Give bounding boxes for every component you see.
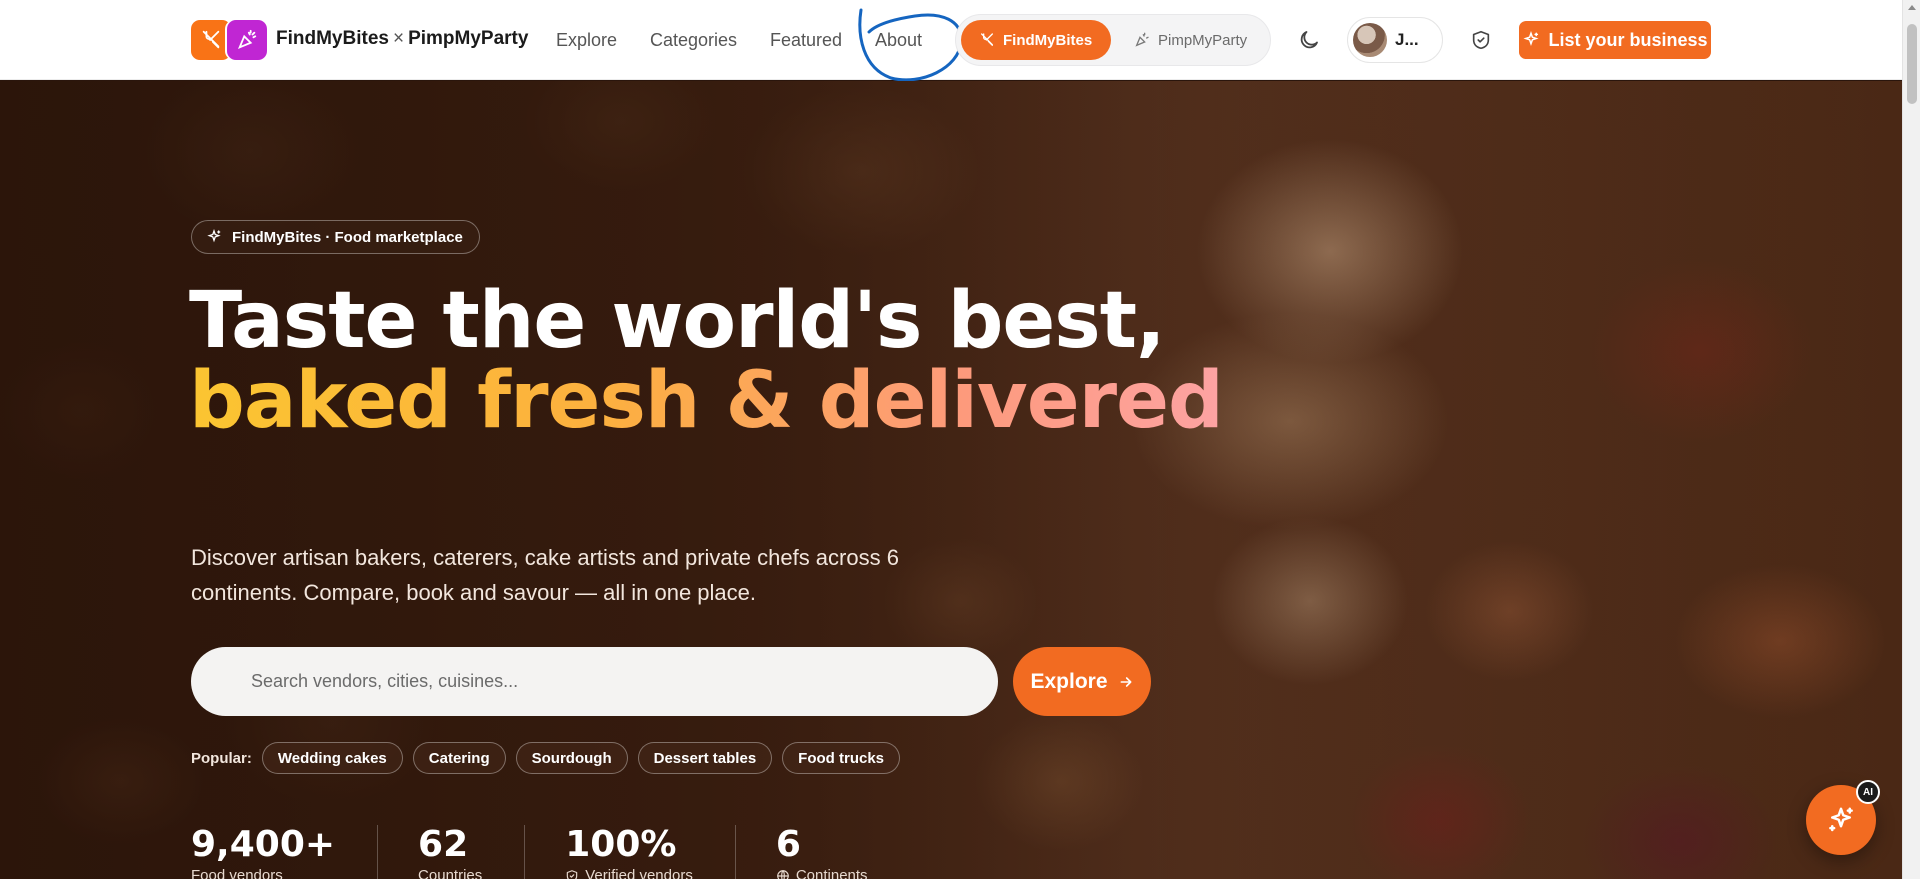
popular-label: Popular: [191, 749, 252, 767]
ai-badge: AI [1856, 780, 1880, 804]
stat-value: 62 [418, 824, 469, 865]
sparkles-icon [1523, 31, 1540, 47]
list-business-label: List your business [1548, 29, 1708, 50]
party-popper-icon [227, 20, 267, 60]
page-scrollbar[interactable] [1902, 0, 1920, 879]
hero-headline: Taste the world's best, baked fresh & de… [189, 276, 1224, 446]
search-bar [191, 647, 998, 716]
explore-button[interactable]: Explore [1013, 647, 1151, 716]
brand-primary: FindMyBites [276, 28, 389, 49]
marketplace-toggle: FindMyBites PimpMyParty [955, 14, 1271, 66]
stat-value: 100% [565, 824, 677, 865]
avatar [1353, 23, 1387, 57]
tag-wedding-cakes[interactable]: Wedding cakes [261, 742, 403, 774]
nav-explore[interactable]: Explore [556, 30, 617, 51]
sparkles-icon [207, 229, 221, 243]
stat-verified: 100% Verified vendors [565, 825, 736, 879]
search-input[interactable] [251, 671, 951, 692]
party-popper-icon [1135, 32, 1149, 47]
arrow-right-icon [1120, 676, 1131, 687]
scroll-thumb[interactable] [1907, 24, 1917, 104]
utensils-icon [981, 33, 993, 46]
stat-label: Continents [795, 867, 868, 879]
shield-check-icon[interactable] [1470, 29, 1492, 51]
moon-icon[interactable] [1297, 28, 1321, 52]
brand-name[interactable]: FindMyBites × PimpMyParty [276, 28, 528, 50]
stat-value: 6 [775, 824, 801, 865]
toggle-inactive-label: PimpMyParty [1158, 31, 1248, 49]
scroll-up-arrow-icon[interactable] [1908, 5, 1916, 10]
toggle-findmybites[interactable]: FindMyBites [961, 20, 1111, 60]
stats-row: 9,400+ Food vendors 62 Countries 100% Ve… [191, 825, 950, 879]
nav-categories[interactable]: Categories [650, 30, 737, 51]
stat-label: Food vendors [191, 867, 283, 879]
explore-label: Explore [1030, 669, 1108, 693]
sparkles-icon [1829, 807, 1853, 832]
utensils-icon [191, 20, 231, 60]
tag-dessert-tables[interactable]: Dessert tables [637, 742, 773, 774]
globe-icon [776, 869, 789, 879]
list-your-business-button[interactable]: List your business [1519, 21, 1711, 59]
nav-about[interactable]: About [875, 30, 922, 51]
hero-subtitle: Discover artisan bakers, caterers, cake … [191, 545, 899, 605]
marketplace-badge: FindMyBites · Food marketplace [191, 220, 480, 254]
badge-label: FindMyBites · Food marketplace [232, 228, 463, 246]
stat-value: 9,400+ [191, 824, 336, 865]
hero-section: FindMyBites · Food marketplace Taste the… [0, 81, 1902, 879]
stat-label: Verified vendors [585, 867, 693, 879]
tag-catering[interactable]: Catering [412, 742, 506, 774]
tag-food-trucks[interactable]: Food trucks [782, 742, 901, 774]
user-menu[interactable]: J... [1347, 17, 1443, 63]
user-name: J... [1395, 30, 1419, 49]
brand-separator: × [392, 28, 405, 49]
stat-continents: 6 Continents [776, 825, 910, 879]
tag-sourdough[interactable]: Sourdough [515, 742, 628, 774]
top-navbar: FindMyBites × PimpMyParty Explore Categori… [0, 0, 1902, 82]
headline-line-2: baked fresh & delivered [189, 356, 1224, 446]
toggle-pimpmyparty[interactable]: PimpMyParty [1116, 20, 1265, 60]
brand-logos[interactable] [191, 20, 267, 60]
headline-line-1: Taste the world's best, [189, 276, 1166, 366]
stat-countries: 62 Countries [418, 824, 526, 879]
shield-check-icon [567, 869, 578, 879]
stat-vendors: 9,400+ Food vendors [191, 824, 379, 879]
nav-featured[interactable]: Featured [770, 30, 842, 51]
stat-label: Countries [418, 867, 483, 879]
brand-secondary: PimpMyParty [408, 28, 529, 49]
toggle-active-label: FindMyBites [1003, 31, 1093, 49]
popular-tags: Popular: Wedding cakes Catering Sourdoug… [191, 742, 901, 774]
